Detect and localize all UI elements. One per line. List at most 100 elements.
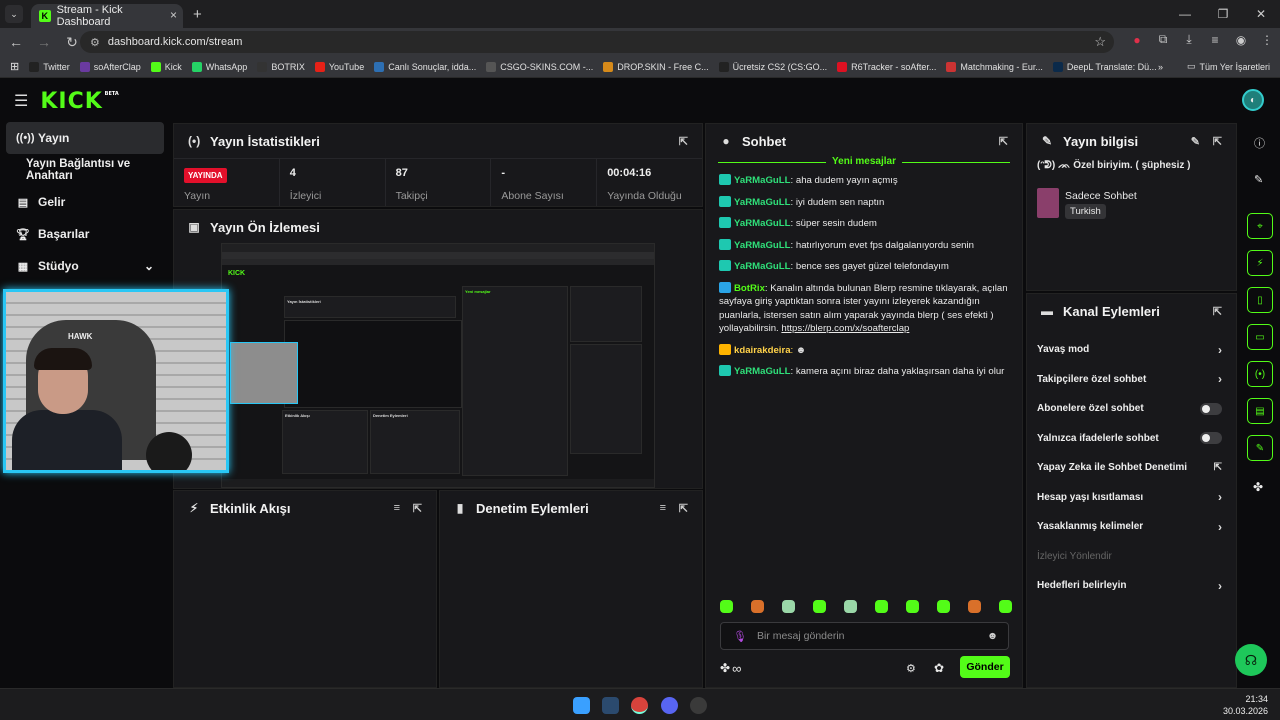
apps-grid-icon[interactable]: ⊞ <box>10 60 19 73</box>
bookmarks-more-icon[interactable]: » <box>1158 62 1163 72</box>
bookmark-item[interactable]: BOTRIX <box>257 61 305 72</box>
chat-username[interactable]: BotRix <box>734 283 765 294</box>
chrome-icon[interactable] <box>631 697 648 714</box>
sidebar-item-yayin[interactable]: ((•)) Yayın <box>6 122 164 154</box>
emote-icon[interactable] <box>937 600 950 613</box>
rail-bolt-icon[interactable]: ⚡︎ <box>1247 250 1273 276</box>
sidebar-item-gelir[interactable]: ▤ Gelir <box>0 186 170 218</box>
channel-action-item[interactable]: Yalnızca ifadelerle sohbet <box>1027 424 1236 454</box>
all-bookmarks-link[interactable]: Tüm Yer İşaretleri <box>1199 62 1270 72</box>
kick-points-icon[interactable]: ✤ <box>720 661 730 675</box>
bookmark-item[interactable]: DROP.SKIN - Free C... <box>603 61 709 72</box>
toggle-switch[interactable] <box>1200 402 1222 415</box>
sidebar-item-basarilar[interactable]: 🏆︎ Başarılar <box>0 218 170 250</box>
chat-username[interactable]: YaRMaGuLL <box>734 218 791 229</box>
profile-avatar-icon[interactable]: ◉ <box>1228 33 1254 47</box>
close-window-icon[interactable]: ✕ <box>1242 7 1280 21</box>
rail-chat-icon[interactable]: ▭ <box>1247 324 1273 350</box>
rail-actions-icon[interactable]: ▤ <box>1247 398 1273 424</box>
url-field[interactable]: ⚙ dashboard.kick.com/stream ☆ <box>80 31 1114 53</box>
info-icon[interactable]: ⓘ <box>1254 135 1265 151</box>
bookmark-star-icon[interactable]: ☆ <box>1094 34 1106 50</box>
rail-target-icon[interactable]: ⌖ <box>1247 213 1273 239</box>
discord-icon[interactable] <box>661 697 678 714</box>
channel-action-item[interactable]: Takipçilere özel sohbet › <box>1027 365 1236 395</box>
rail-wrench-icon[interactable]: ✎ <box>1247 435 1273 461</box>
chevron-down-icon[interactable]: ⌄ <box>144 259 154 273</box>
chat-username[interactable]: YaRMaGuLL <box>734 175 791 186</box>
bookmark-item[interactable]: Canlı Sonuçlar, idda... <box>374 61 476 72</box>
download-icon[interactable]: ⤓ <box>1176 32 1202 47</box>
bookmark-item[interactable]: WhatsApp <box>191 61 247 72</box>
bookmark-item[interactable]: YouTube <box>314 61 364 72</box>
chat-username[interactable]: YaRMaGuLL <box>734 240 791 251</box>
system-clock[interactable]: 21:34 30.03.2026 <box>1223 693 1268 717</box>
popout-icon[interactable]: ⇱ <box>1213 305 1222 318</box>
obs-icon[interactable] <box>690 697 707 714</box>
browser-menu-icon[interactable]: ⋮ <box>1254 33 1280 47</box>
channel-action-item[interactable]: Yavaş mod › <box>1027 335 1236 365</box>
emote-icon[interactable] <box>999 600 1012 613</box>
popout-icon[interactable]: ⇱ <box>679 502 688 515</box>
toggle-switch[interactable] <box>1200 432 1222 445</box>
profile-avatar[interactable]: ◐ <box>1242 89 1264 111</box>
channel-action-item[interactable]: Hesap yaşı kısıtlaması › <box>1027 483 1236 513</box>
extensions-puzzle-icon[interactable]: ⧉ <box>1150 32 1176 47</box>
category-name[interactable]: Sadece Sohbet <box>1065 190 1137 202</box>
emote-icon[interactable] <box>813 600 826 613</box>
edit-icon[interactable]: ✎ <box>1191 135 1200 148</box>
emote-icon[interactable] <box>844 600 857 613</box>
bookmark-item[interactable]: R6Tracker - soAfter... <box>837 61 936 72</box>
bookmark-item[interactable]: Matchmaking - Eur... <box>946 61 1043 72</box>
channel-action-item[interactable]: Hedefleri belirleyin › <box>1027 571 1236 601</box>
emoji-icon[interactable]: ☻ <box>987 630 998 642</box>
maximize-icon[interactable]: ❐ <box>1204 7 1242 21</box>
channel-action-item[interactable]: Abonelere özel sohbet <box>1027 394 1236 424</box>
hamburger-menu-icon[interactable]: ☰ <box>14 91 28 111</box>
back-icon[interactable]: ← <box>4 34 28 50</box>
chat-username[interactable]: YaRMaGuLL <box>734 197 791 208</box>
forward-icon[interactable]: → <box>32 34 56 50</box>
bookmark-item[interactable]: soAfterClap <box>79 61 141 72</box>
popout-icon[interactable]: ⇱ <box>679 135 688 148</box>
chat-link[interactable]: https://blerp.com/x/soafterclap <box>781 323 909 334</box>
chat-settings-icon[interactable]: ⚙ <box>906 662 916 675</box>
sidebar-item-studyo[interactable]: ▦ Stüdyo ⌄ <box>0 250 170 282</box>
filter-icon[interactable]: ≡ <box>660 502 666 514</box>
sidebar-item-stream-key[interactable]: Yayın Bağlantısı ve Anahtarı <box>0 154 170 186</box>
chat-username[interactable]: YaRMaGuLL <box>734 261 791 272</box>
kick-logo[interactable]: KICK BETA <box>40 89 118 114</box>
bookmark-item[interactable]: Twitter <box>29 61 70 72</box>
stream-preview-video[interactable]: KICK Yayın İstatistikleri Etkinlik Akışı… <box>221 243 655 488</box>
close-tab-icon[interactable]: × <box>170 8 177 22</box>
emote-icon[interactable] <box>751 600 764 613</box>
site-info-icon[interactable]: ⚙ <box>90 36 100 49</box>
chat-username[interactable]: YaRMaGuLL <box>734 366 791 377</box>
channel-action-item[interactable]: Yapay Zeka ile Sohbet Denetimi ⇱ <box>1027 453 1236 483</box>
bookmark-item[interactable]: DeepL Translate: Dü... <box>1052 61 1157 72</box>
bookmark-item[interactable]: CSGO-SKINS.COM -... <box>486 61 593 72</box>
chat-username[interactable]: kdairakdeira <box>734 345 791 356</box>
windows-start-icon[interactable] <box>573 697 590 714</box>
microphone-icon[interactable]: 🎙︎ <box>733 630 747 643</box>
send-button[interactable]: Gönder <box>960 656 1010 678</box>
filter-icon[interactable]: ≡ <box>394 502 400 514</box>
emote-icon[interactable] <box>720 600 733 613</box>
rail-document-icon[interactable]: ▯ <box>1247 287 1273 313</box>
extension-record-icon[interactable]: ● <box>1124 33 1150 47</box>
popout-icon[interactable]: ⇱ <box>999 135 1008 148</box>
emote-icon[interactable] <box>875 600 888 613</box>
rail-points-icon[interactable]: ✤ <box>1253 480 1263 494</box>
popout-icon[interactable]: ⇱ <box>413 502 422 515</box>
emote-icon[interactable] <box>968 600 981 613</box>
edit-layout-icon[interactable]: ✎ <box>1254 173 1263 186</box>
bookmark-item[interactable]: Kick <box>150 61 182 72</box>
channel-action-item[interactable]: Yasaklanmış kelimeler › <box>1027 512 1236 542</box>
media-icon[interactable]: ≡ <box>1202 33 1228 47</box>
browser-tab[interactable]: K Stream - Kick Dashboard × <box>31 4 183 28</box>
minimize-icon[interactable]: — <box>1166 7 1204 21</box>
emote-icon[interactable] <box>906 600 919 613</box>
emote-icon[interactable] <box>782 600 795 613</box>
bookmark-item[interactable]: Ücretsiz CS2 (CS:GO... <box>718 61 827 72</box>
tab-list-icon[interactable]: ⌄ <box>5 5 23 23</box>
